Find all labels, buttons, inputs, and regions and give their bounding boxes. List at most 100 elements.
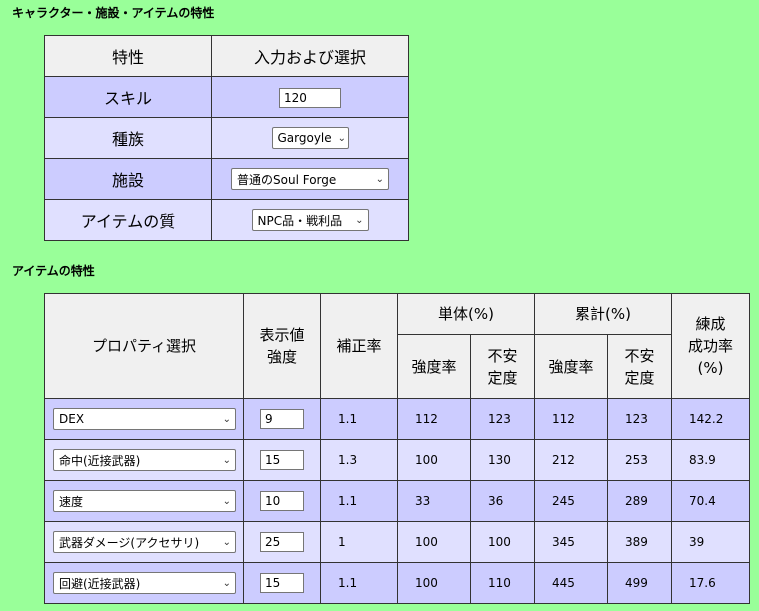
chevron-down-icon: ⌄ (222, 413, 231, 425)
single-instability-value: 110 (470, 562, 535, 604)
chevron-down-icon: ⌄ (222, 454, 231, 466)
correction-value: 1 (320, 521, 398, 563)
property-cell: 回避(近接武器) ⌄ (44, 562, 244, 604)
chevron-down-icon: ⌄ (337, 132, 347, 144)
label-item-quality: アイテムの質 (44, 199, 212, 241)
header-instability-line2: 定度 (487, 368, 518, 387)
skill-cell (211, 76, 409, 118)
strength-input[interactable] (260, 573, 304, 593)
value-cell (243, 480, 321, 522)
cum-instability-value: 289 (607, 480, 672, 522)
table-row: 速度 ⌄ 1.1 33 36 245 289 70.4 (44, 480, 750, 522)
single-intensity-value: 112 (397, 398, 471, 440)
property-cell: 速度 ⌄ (44, 480, 244, 522)
single-intensity-value: 33 (397, 480, 471, 522)
facility-select-value: 普通のSoul Forge (237, 172, 337, 187)
header-success-line1: 練成 (695, 315, 726, 333)
section-title-character: キャラクター・施設・アイテムの特性 (12, 6, 215, 20)
label-skill: スキル (44, 76, 212, 118)
strength-input[interactable] (260, 491, 304, 511)
label-race: 種族 (44, 117, 212, 159)
strength-input[interactable] (260, 409, 304, 429)
header-attribute: 特性 (44, 35, 212, 77)
property-select-value: 速度 (59, 494, 84, 509)
facility-cell: 普通のSoul Forge ⌄ (211, 158, 409, 200)
success-rate-value: 17.6 (671, 562, 750, 604)
property-select[interactable]: 命中(近接武器) ⌄ (53, 449, 236, 471)
section-title-item: アイテムの特性 (12, 264, 95, 278)
row-race: 種族 Gargoyle ⌄ (44, 117, 409, 159)
strength-input[interactable] (260, 450, 304, 470)
property-select-value: 命中(近接武器) (59, 453, 141, 468)
value-cell (243, 439, 321, 481)
property-select[interactable]: 速度 ⌄ (53, 490, 236, 512)
chevron-down-icon: ⌄ (222, 577, 231, 589)
property-cell: 命中(近接武器) ⌄ (44, 439, 244, 481)
success-rate-value: 142.2 (671, 398, 750, 440)
header-cum-intensity: 強度率 (534, 334, 608, 399)
cum-intensity-value: 112 (534, 398, 608, 440)
row-item-quality: アイテムの質 NPC品・戦利品 ⌄ (44, 199, 409, 241)
strength-input[interactable] (260, 532, 304, 552)
correction-value: 1.3 (320, 439, 398, 481)
single-intensity-value: 100 (397, 562, 471, 604)
correction-value: 1.1 (320, 562, 398, 604)
cum-intensity-value: 245 (534, 480, 608, 522)
header-display-line2: 強度 (266, 348, 297, 366)
property-select[interactable]: 武器ダメージ(アクセサリ) ⌄ (53, 531, 236, 553)
single-instability-value: 123 (470, 398, 535, 440)
value-cell (243, 398, 321, 440)
property-select[interactable]: 回避(近接武器) ⌄ (53, 572, 236, 594)
success-rate-value: 39 (671, 521, 750, 563)
table-row: 命中(近接武器) ⌄ 1.3 100 130 212 253 83.9 (44, 439, 750, 481)
race-select[interactable]: Gargoyle ⌄ (271, 127, 349, 149)
success-rate-value: 83.9 (671, 439, 750, 481)
success-rate-value: 70.4 (671, 480, 750, 522)
chevron-down-icon: ⌄ (222, 495, 231, 507)
correction-value: 1.1 (320, 398, 398, 440)
header-single-intensity: 強度率 (397, 334, 471, 399)
value-cell (243, 562, 321, 604)
value-cell (243, 521, 321, 563)
label-facility: 施設 (44, 158, 212, 200)
table-row: 武器ダメージ(アクセサリ) ⌄ 1 100 100 345 389 39 (44, 521, 750, 563)
header-cum-instability: 不安 定度 (607, 334, 672, 399)
header-correction: 補正率 (320, 293, 398, 399)
table-row: DEX ⌄ 1.1 112 123 112 123 142.2 (44, 398, 750, 440)
item-quality-cell: NPC品・戦利品 ⌄ (211, 199, 409, 241)
race-select-value: Gargoyle (277, 131, 332, 145)
cum-intensity-value: 345 (534, 521, 608, 563)
single-instability-value: 100 (470, 521, 535, 563)
single-intensity-value: 100 (397, 439, 471, 481)
item-properties-table: プロパティ選択 表示値 強度 補正率 単体(%) 累計(%) 練成 成功率 (%) 強… (44, 292, 750, 604)
cum-intensity-value: 445 (534, 562, 608, 604)
header-instability-line1: 不安 (487, 346, 518, 365)
item-quality-select[interactable]: NPC品・戦利品 ⌄ (251, 209, 369, 231)
single-instability-value: 36 (470, 480, 535, 522)
header-single-instability: 不安 定度 (470, 334, 535, 399)
property-cell: DEX ⌄ (44, 398, 244, 440)
property-select[interactable]: DEX ⌄ (53, 408, 236, 430)
header-instability-line1: 不安 (624, 346, 655, 365)
cum-instability-value: 123 (607, 398, 672, 440)
property-select-value: 武器ダメージ(アクセサリ) (59, 535, 200, 550)
single-intensity-value: 100 (397, 521, 471, 563)
cum-intensity-value: 212 (534, 439, 608, 481)
header-instability-line2: 定度 (624, 368, 655, 387)
header-display-strength: 表示値 強度 (243, 293, 321, 399)
item-quality-select-value: NPC品・戦利品 (257, 213, 343, 228)
char-table-header: 特性 入力および選択 (44, 35, 409, 77)
correction-value: 1.1 (320, 480, 398, 522)
cum-instability-value: 389 (607, 521, 672, 563)
header-success-rate: 練成 成功率 (%) (671, 293, 750, 399)
skill-input[interactable] (279, 87, 341, 108)
row-facility: 施設 普通のSoul Forge ⌄ (44, 158, 409, 200)
chevron-down-icon: ⌄ (222, 536, 231, 548)
property-select-value: DEX (59, 412, 85, 426)
cum-instability-value: 499 (607, 562, 672, 604)
header-cumulative: 累計(%) (534, 292, 672, 336)
character-attributes-table: 特性 入力および選択 スキル 種族 Gargoyle ⌄ 施設 普通のSoul F… (44, 35, 409, 241)
facility-select[interactable]: 普通のSoul Forge ⌄ (231, 168, 389, 190)
chevron-down-icon: ⌄ (355, 214, 364, 226)
prop-header-row-1: プロパティ選択 表示値 強度 補正率 単体(%) 累計(%) 練成 成功率 (%) (44, 292, 750, 399)
